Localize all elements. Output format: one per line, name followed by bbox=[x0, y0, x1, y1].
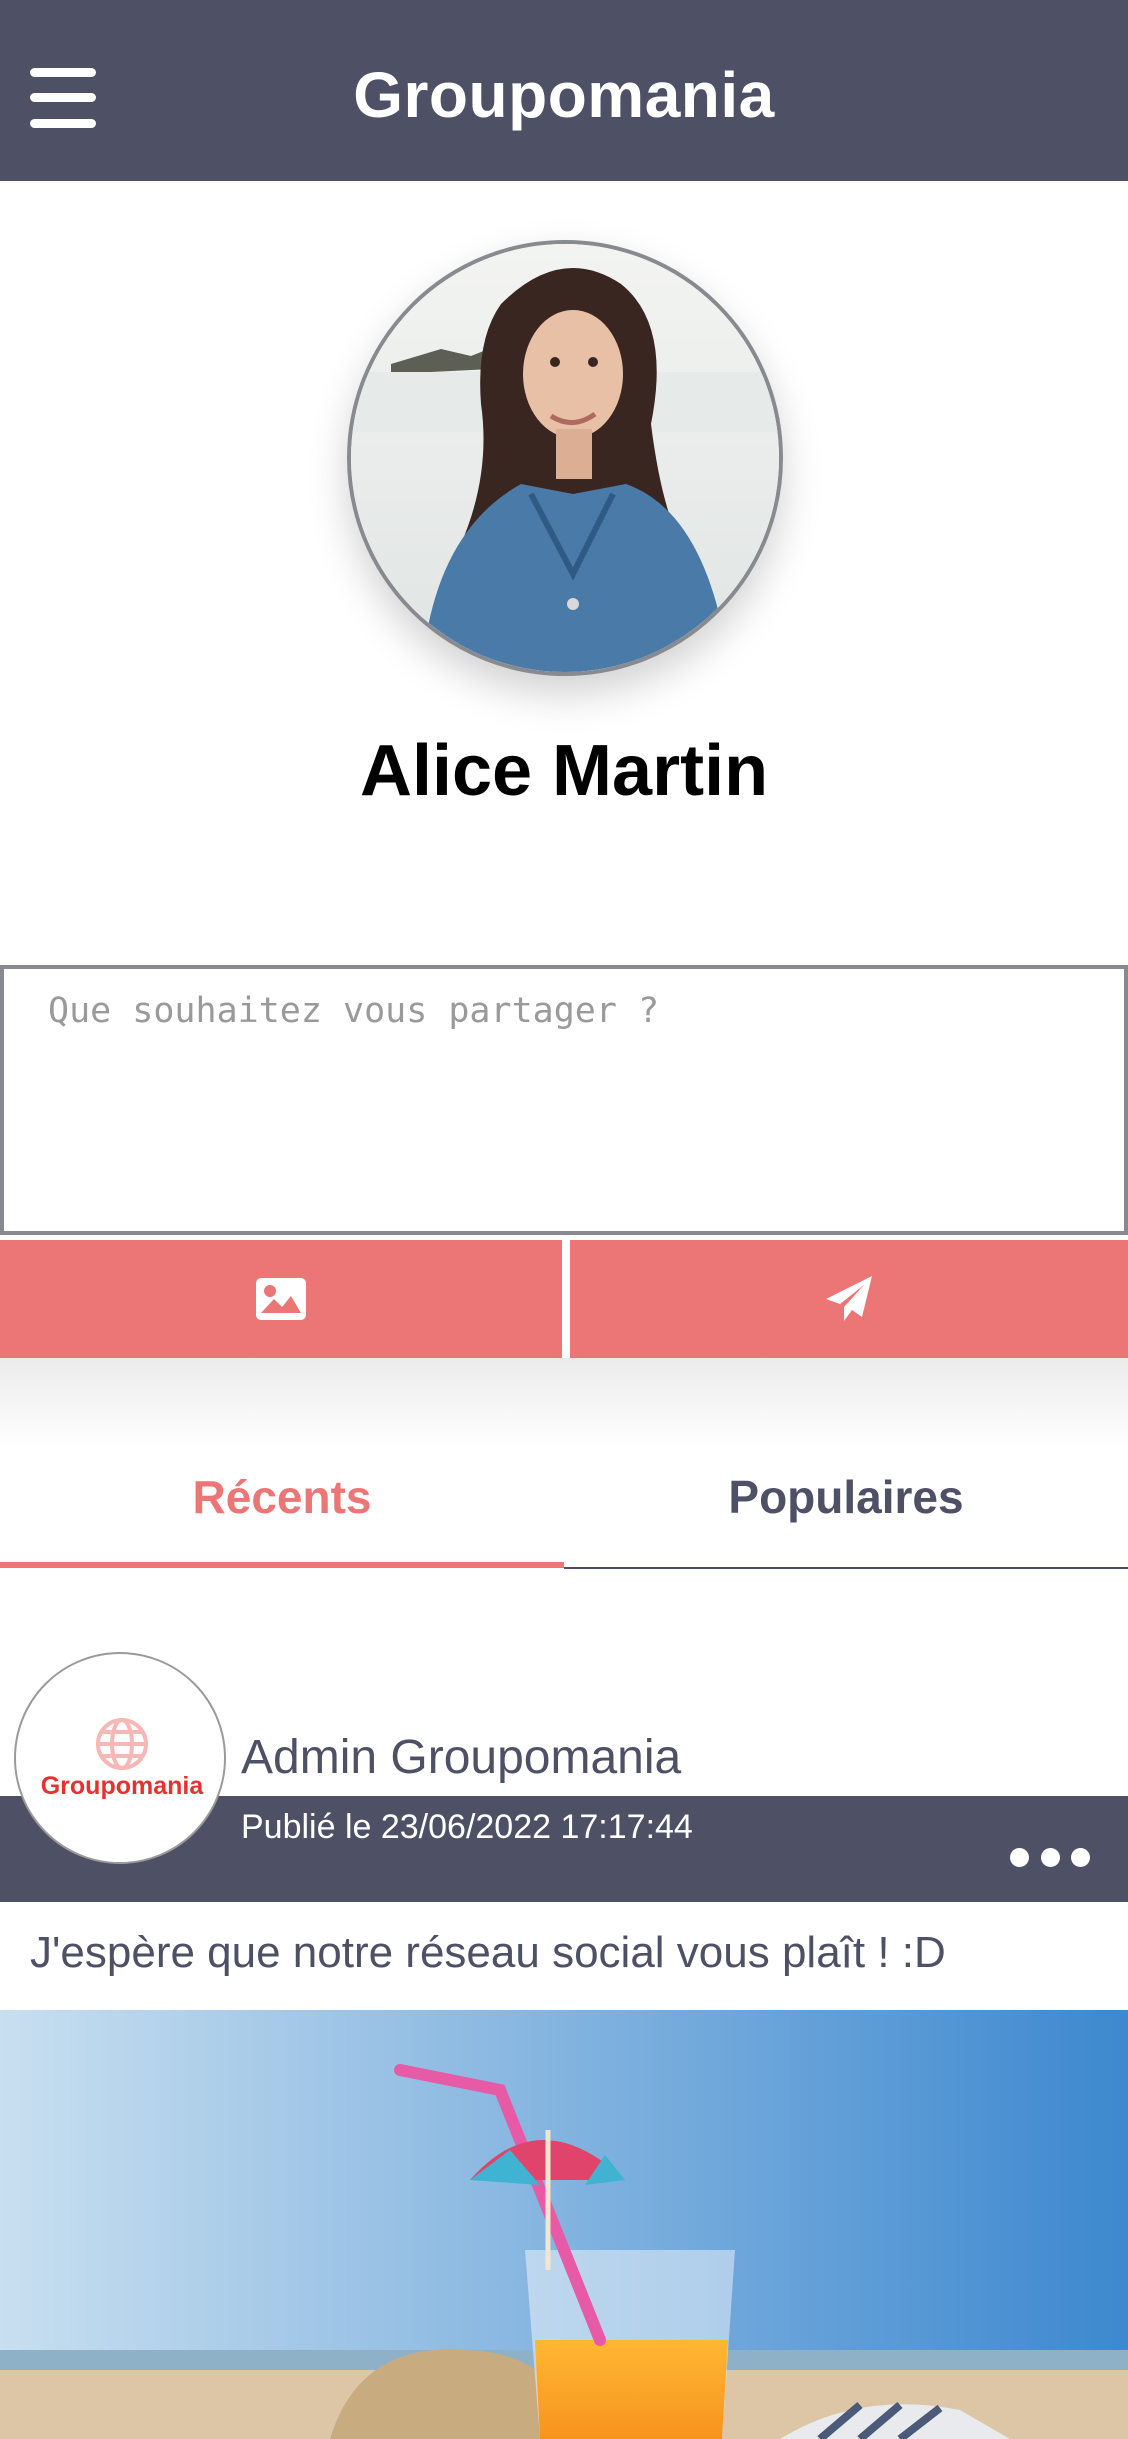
tab-divider bbox=[564, 1567, 1128, 1569]
more-options-icon[interactable] bbox=[1010, 1840, 1090, 1874]
post-composer-input[interactable] bbox=[0, 965, 1128, 1235]
tab-recents[interactable]: Récents bbox=[0, 1470, 564, 1566]
app-title: Groupomania bbox=[353, 59, 775, 131]
image-icon bbox=[256, 1278, 306, 1320]
post-author-name[interactable]: Admin Groupomania bbox=[241, 1730, 681, 1785]
logo-wordmark: Groupomania bbox=[41, 1772, 205, 1800]
post-text: J'espère que notre réseau social vous pl… bbox=[30, 1928, 946, 1977]
globe-icon bbox=[96, 1718, 148, 1770]
active-tab-indicator bbox=[0, 1562, 564, 1568]
post-image bbox=[0, 2010, 1128, 2439]
top-app-bar: Groupomania bbox=[0, 0, 1128, 181]
profile-avatar bbox=[347, 240, 783, 676]
profile-name: Alice Martin bbox=[359, 731, 769, 811]
add-image-button[interactable] bbox=[0, 1240, 562, 1358]
paper-plane-icon bbox=[826, 1276, 872, 1321]
post-date: Publié le 23/06/2022 17:17:44 bbox=[241, 1808, 693, 1846]
composer-shadow bbox=[0, 1358, 1128, 1448]
send-post-button[interactable] bbox=[570, 1240, 1128, 1358]
post-author-avatar: Groupomania bbox=[14, 1652, 226, 1864]
tab-populaires[interactable]: Populaires bbox=[564, 1470, 1128, 1566]
